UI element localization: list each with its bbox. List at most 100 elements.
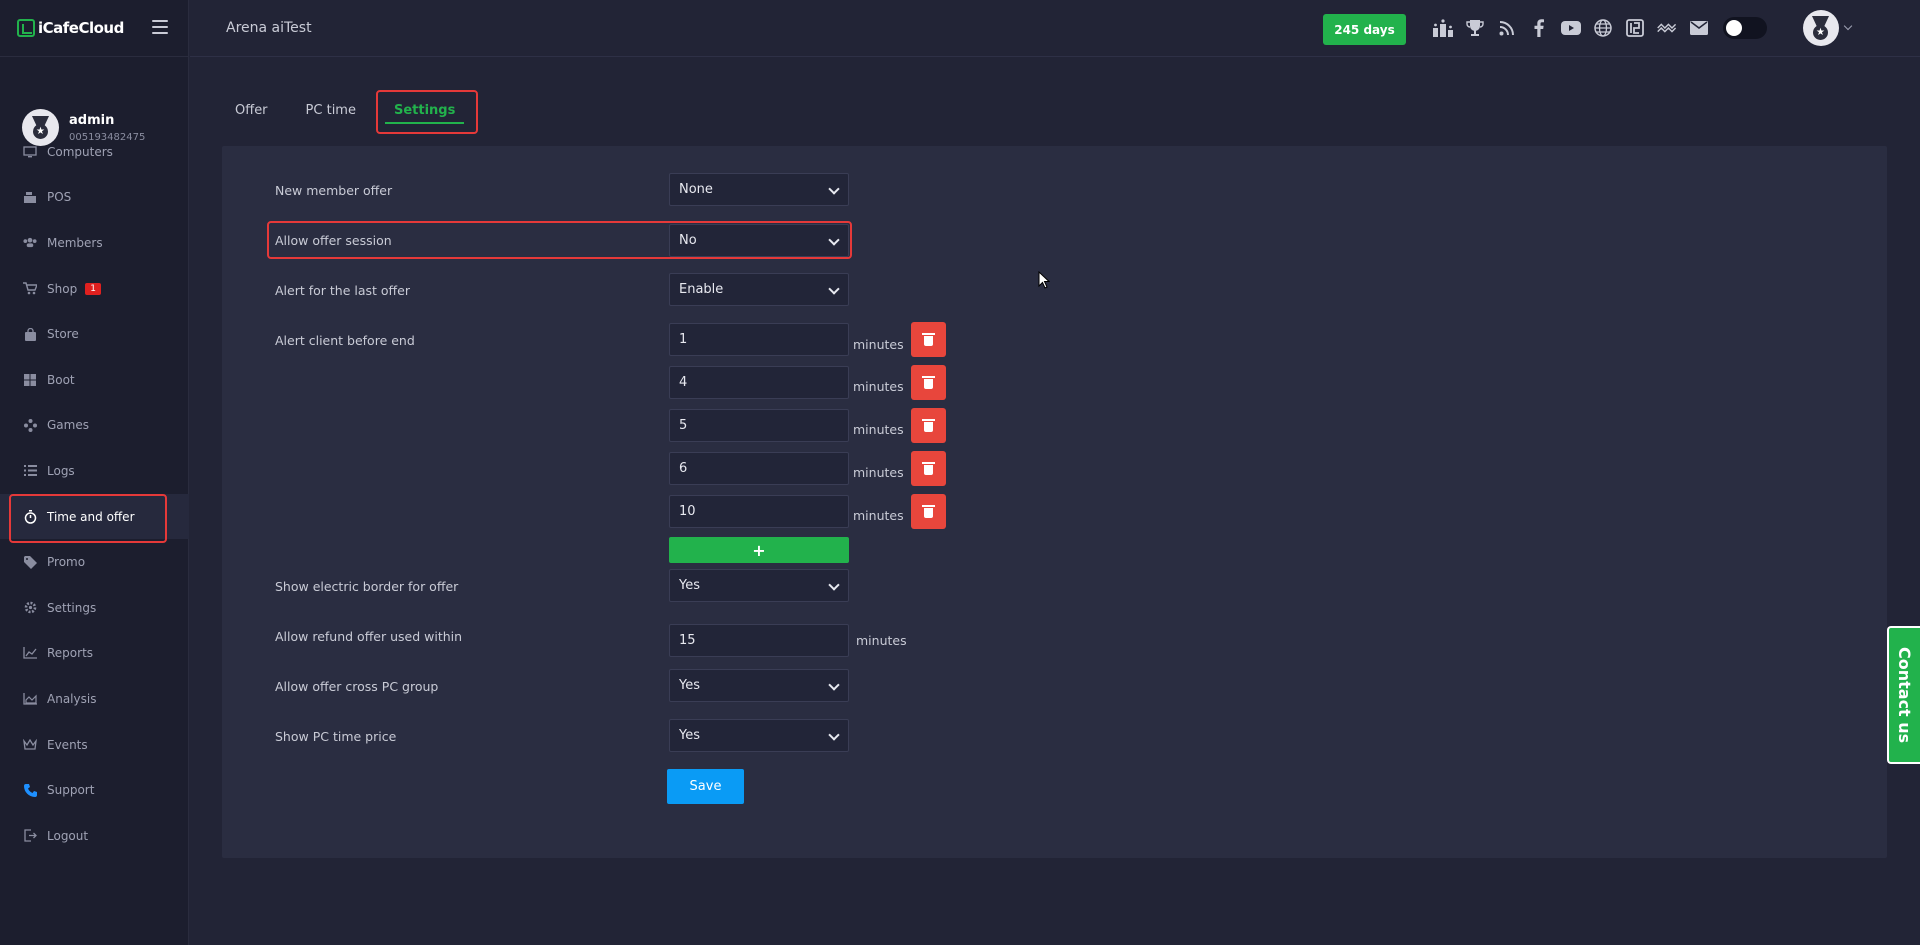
allow-offer-session-label: Allow offer session — [275, 233, 392, 248]
logout-icon — [23, 829, 37, 843]
sidebar-item-settings[interactable]: Settings — [0, 585, 189, 631]
trophy-icon[interactable] — [1465, 18, 1485, 38]
rss-icon[interactable] — [1497, 18, 1517, 38]
alert-minutes-input[interactable]: 1 — [669, 323, 849, 356]
minutes-unit: minutes — [853, 337, 904, 352]
add-alert-button[interactable]: + — [669, 537, 849, 563]
topbar: Arena aiTest 245 days — [190, 0, 1920, 57]
minutes-unit: minutes — [856, 633, 907, 648]
tag-icon — [23, 555, 37, 569]
alert-last-offer-select[interactable]: Enable — [669, 273, 849, 306]
sidebar-item-label: Reports — [47, 646, 94, 661]
sidebar-item-label: Promo — [47, 555, 86, 570]
sidebar-item-pos[interactable]: POS — [0, 175, 189, 221]
input-value: 4 — [679, 375, 688, 390]
tab-settings[interactable]: Settings — [375, 90, 479, 134]
alert-minutes-input[interactable]: 5 — [669, 409, 849, 442]
trash-icon — [922, 333, 935, 346]
youtube-icon[interactable] — [1561, 18, 1581, 38]
cross-pc-group-select[interactable]: Yes — [669, 669, 849, 702]
refund-within-input[interactable]: 15 — [669, 624, 849, 657]
alert-minutes-input[interactable]: 10 — [669, 495, 849, 528]
electric-border-label: Show electric border for offer — [275, 579, 459, 594]
tab-pc-time[interactable]: PC time — [306, 90, 356, 130]
sidebar-item-label: Time and offer — [47, 509, 135, 524]
delete-button[interactable] — [911, 365, 946, 400]
facebook-icon[interactable] — [1529, 18, 1549, 38]
save-button[interactable]: Save — [667, 769, 744, 804]
minutes-unit: minutes — [853, 422, 904, 437]
select-value: None — [679, 182, 713, 197]
sidebar-item-label: Games — [47, 418, 89, 433]
sidebar-item-boot[interactable]: Boot — [0, 357, 189, 403]
alert-minutes-input[interactable]: 4 — [669, 366, 849, 399]
user-avatar[interactable] — [1803, 10, 1839, 46]
gear-icon — [23, 601, 37, 615]
globe-icon[interactable] — [1593, 18, 1613, 38]
sidebar-item-reports[interactable]: Reports — [0, 631, 189, 677]
allow-offer-session-select[interactable]: No — [669, 224, 849, 257]
sidebar-item-analysis[interactable]: Analysis — [0, 676, 189, 722]
alert-last-offer-label: Alert for the last offer — [275, 283, 410, 298]
sidebar-item-logout[interactable]: Logout — [0, 813, 189, 859]
hamburger-menu-icon[interactable] — [152, 20, 168, 34]
license-days-button[interactable]: 245 days — [1323, 14, 1406, 45]
sidebar-item-support[interactable]: Support — [0, 767, 189, 813]
sidebar-item-shop[interactable]: Shop 1 — [0, 266, 189, 312]
input-value: 6 — [679, 461, 688, 476]
cart-icon — [23, 282, 37, 296]
crown-icon — [23, 738, 37, 752]
monitor-icon — [23, 145, 37, 159]
sidebar-item-label: Members — [47, 235, 103, 250]
sidebar-item-label: Support — [47, 783, 95, 798]
delete-button[interactable] — [911, 408, 946, 443]
sidebar-item-store[interactable]: Store — [0, 311, 189, 357]
icafe-icon[interactable] — [1625, 18, 1645, 38]
mail-icon[interactable] — [1689, 18, 1709, 38]
profile-name: admin — [69, 112, 115, 128]
minutes-unit: minutes — [853, 508, 904, 523]
topbar-icons — [1433, 17, 1767, 39]
tab-offer[interactable]: Offer — [235, 90, 268, 130]
electric-border-select[interactable]: Yes — [669, 569, 849, 602]
chevron-down-icon[interactable] — [1843, 21, 1853, 31]
input-value: 5 — [679, 418, 688, 433]
delete-button[interactable] — [911, 494, 946, 529]
minutes-unit: minutes — [853, 465, 904, 480]
theme-toggle[interactable] — [1723, 17, 1767, 39]
mouse-cursor-icon — [1038, 271, 1050, 289]
sidebar-item-time-and-offer[interactable]: Time and offer — [0, 493, 189, 543]
brand-name: iCafeCloud — [38, 19, 124, 37]
delete-button[interactable] — [911, 322, 946, 357]
page-title: Arena aiTest — [226, 20, 312, 36]
sidebar-item-label: Store — [47, 327, 79, 342]
windows-icon — [23, 373, 37, 387]
sidebar-item-label: Shop — [47, 281, 78, 296]
select-value: Yes — [679, 728, 700, 743]
trash-icon — [922, 376, 935, 389]
new-member-offer-select[interactable]: None — [669, 173, 849, 206]
sidebar-item-events[interactable]: Events — [0, 722, 189, 768]
delete-button[interactable] — [911, 451, 946, 486]
alert-minutes-input[interactable]: 6 — [669, 452, 849, 485]
members-icon — [23, 236, 37, 250]
gamepad-icon — [23, 418, 37, 432]
ranking-icon[interactable] — [1433, 18, 1453, 38]
sidebar-nav: Computers POS Members Shop 1 Store Boot … — [0, 129, 189, 859]
sidebar-item-logs[interactable]: Logs — [0, 448, 189, 494]
trash-icon — [922, 462, 935, 475]
sidebar-item-games[interactable]: Games — [0, 403, 189, 449]
line-chart-icon — [23, 646, 37, 660]
sidebar-item-members[interactable]: Members — [0, 220, 189, 266]
sidebar-item-promo[interactable]: Promo — [0, 539, 189, 585]
contact-us-button[interactable]: Contact us — [1887, 626, 1920, 764]
sidebar-item-computers[interactable]: Computers — [0, 129, 189, 175]
select-value: Yes — [679, 578, 700, 593]
minutes-unit: minutes — [853, 379, 904, 394]
pc-time-price-select[interactable]: Yes — [669, 719, 849, 752]
area-chart-icon — [23, 692, 37, 706]
input-value: 1 — [679, 332, 688, 347]
sidebar-item-label: Computers — [47, 144, 113, 159]
sidebar-item-label: Boot — [47, 372, 75, 387]
wave-icon[interactable] — [1657, 18, 1677, 38]
